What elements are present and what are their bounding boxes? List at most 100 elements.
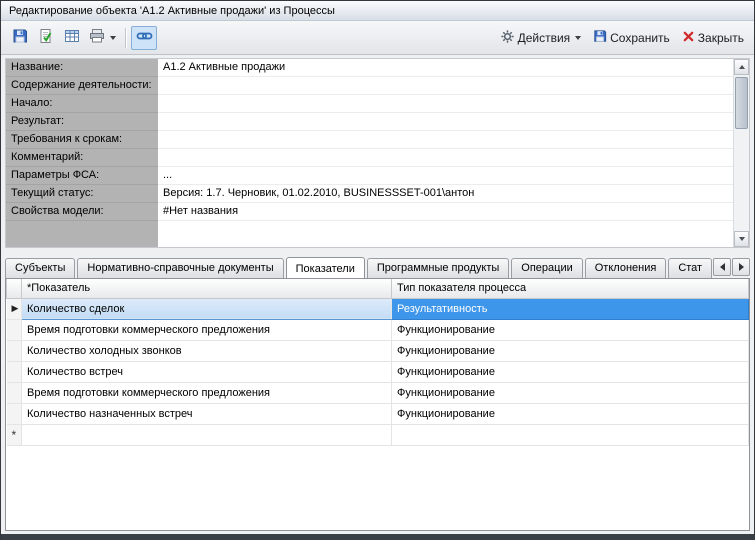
column-header-indicator[interactable]: *Показатель: [22, 279, 392, 298]
actions-dropdown-caret-icon: [575, 36, 581, 40]
property-row: Название: A1.2 Активные продажи: [6, 59, 733, 77]
type-cell[interactable]: Функционирование: [392, 403, 749, 424]
row-selector[interactable]: [7, 340, 22, 361]
type-cell[interactable]: [392, 424, 749, 445]
save-tool-button[interactable]: [7, 26, 33, 50]
print-button[interactable]: [85, 26, 120, 50]
document-check-button[interactable]: [33, 26, 59, 50]
toolbar-right-group: Действия Сохранить Закрыть: [496, 26, 748, 50]
property-row: Требования к срокам:: [6, 131, 733, 149]
property-row: Комментарий:: [6, 149, 733, 167]
indicator-cell[interactable]: Количество сделок: [22, 298, 392, 319]
printer-icon: [89, 28, 105, 47]
actions-label: Действия: [518, 31, 571, 45]
table-row-new[interactable]: *: [7, 424, 749, 445]
tab-operations[interactable]: Операции: [511, 258, 582, 278]
property-row: Содержание деятельности:: [6, 77, 733, 95]
tab-strip: Субъекты Нормативно-справочные документы…: [5, 254, 750, 278]
table-grid-icon: [64, 28, 80, 47]
dialog-window: Редактирование объекта 'A1.2 Активные пр…: [0, 0, 755, 540]
model-properties-field[interactable]: #Нет названия: [158, 203, 733, 221]
tab-scroll-left-icon[interactable]: [713, 258, 731, 276]
column-header-type[interactable]: Тип показателя процесса: [392, 279, 749, 298]
property-label: Начало:: [6, 95, 158, 113]
save-button[interactable]: Сохранить: [589, 26, 674, 50]
toolbar-separator: [125, 28, 126, 48]
tab-stat[interactable]: Стат: [668, 258, 712, 278]
scroll-down-icon[interactable]: [734, 231, 749, 247]
property-label: Содержание деятельности:: [6, 77, 158, 95]
tab-scroll-right-icon[interactable]: [732, 258, 750, 276]
close-button[interactable]: Закрыть: [678, 26, 748, 50]
type-cell[interactable]: Функционирование: [392, 361, 749, 382]
deadline-requirements-field[interactable]: [158, 131, 733, 149]
property-label: Название:: [6, 59, 158, 77]
save-label: Сохранить: [610, 31, 670, 45]
floppy-disk-icon: [593, 29, 607, 46]
current-status-field[interactable]: Версия: 1.7. Черновик, 01.02.2010, BUSIN…: [158, 185, 733, 203]
selector-column-header: [7, 279, 22, 298]
property-label-filler: [6, 221, 158, 248]
property-label: Требования к срокам:: [6, 131, 158, 149]
type-cell[interactable]: Функционирование: [392, 319, 749, 340]
table-tool-button[interactable]: [59, 26, 85, 50]
new-row-selector[interactable]: *: [7, 424, 22, 445]
type-cell[interactable]: Функционирование: [392, 382, 749, 403]
tab-software-products[interactable]: Программные продукты: [367, 258, 509, 278]
indicator-cell[interactable]: [22, 424, 392, 445]
row-selector[interactable]: [7, 319, 22, 340]
tab-indicators[interactable]: Показатели: [286, 257, 365, 278]
scrollbar-track[interactable]: [734, 75, 749, 231]
scroll-up-icon[interactable]: [734, 59, 749, 75]
chain-link-icon: [136, 28, 153, 47]
property-row: Результат:: [6, 113, 733, 131]
property-label: Комментарий:: [6, 149, 158, 167]
tab-deviations[interactable]: Отклонения: [585, 258, 667, 278]
indicator-cell[interactable]: Количество встреч: [22, 361, 392, 382]
actions-button[interactable]: Действия: [496, 26, 586, 50]
table-row[interactable]: ▶ Количество сделок Результативность: [7, 298, 749, 319]
row-selector[interactable]: [7, 382, 22, 403]
row-selector[interactable]: ▶: [7, 298, 22, 319]
table-row[interactable]: Время подготовки коммерческого предложен…: [7, 319, 749, 340]
table-row[interactable]: Количество назначенных встреч Функционир…: [7, 403, 749, 424]
property-row: Текущий статус: Версия: 1.7. Черновик, 0…: [6, 185, 733, 203]
link-button[interactable]: [131, 26, 157, 50]
property-label: Свойства модели:: [6, 203, 158, 221]
property-row: Параметры ФСА: ...: [6, 167, 733, 185]
table-row[interactable]: Количество холодных звонков Функциониров…: [7, 340, 749, 361]
tab-subjects[interactable]: Субъекты: [5, 258, 75, 278]
scrollbar-thumb[interactable]: [735, 77, 748, 129]
tab-scrollers: [713, 258, 750, 276]
property-label: Результат:: [6, 113, 158, 131]
indicator-cell[interactable]: Время подготовки коммерческого предложен…: [22, 319, 392, 340]
gear-icon: [500, 29, 515, 47]
result-field[interactable]: [158, 113, 733, 131]
name-field[interactable]: A1.2 Активные продажи: [158, 59, 733, 77]
activity-content-field[interactable]: [158, 77, 733, 95]
row-selector[interactable]: [7, 403, 22, 424]
property-scrollbar[interactable]: [733, 59, 749, 247]
print-dropdown-caret-icon: [110, 36, 116, 40]
document-check-icon: [38, 28, 54, 47]
tab-reference-documents[interactable]: Нормативно-справочные документы: [77, 258, 283, 278]
row-selector[interactable]: [7, 361, 22, 382]
start-field[interactable]: [158, 95, 733, 113]
property-label: Параметры ФСА:: [6, 167, 158, 185]
red-cross-icon: [682, 30, 695, 46]
property-row: Начало:: [6, 95, 733, 113]
type-cell[interactable]: Результативность: [392, 298, 749, 319]
window-title: Редактирование объекта 'A1.2 Активные пр…: [9, 5, 335, 17]
floppy-disk-icon: [12, 28, 28, 47]
table-row[interactable]: Количество встреч Функционирование: [7, 361, 749, 382]
property-panel: Название: A1.2 Активные продажи Содержан…: [5, 58, 750, 248]
table-row[interactable]: Время подготовки коммерческого предложен…: [7, 382, 749, 403]
indicator-cell[interactable]: Количество холодных звонков: [22, 340, 392, 361]
indicator-cell[interactable]: Время подготовки коммерческого предложен…: [22, 382, 392, 403]
title-bar[interactable]: Редактирование объекта 'A1.2 Активные пр…: [1, 1, 754, 21]
indicator-cell[interactable]: Количество назначенных встреч: [22, 403, 392, 424]
comment-field[interactable]: [158, 149, 733, 167]
type-cell[interactable]: Функционирование: [392, 340, 749, 361]
close-label: Закрыть: [698, 31, 744, 45]
fsa-params-field[interactable]: ...: [158, 167, 733, 185]
